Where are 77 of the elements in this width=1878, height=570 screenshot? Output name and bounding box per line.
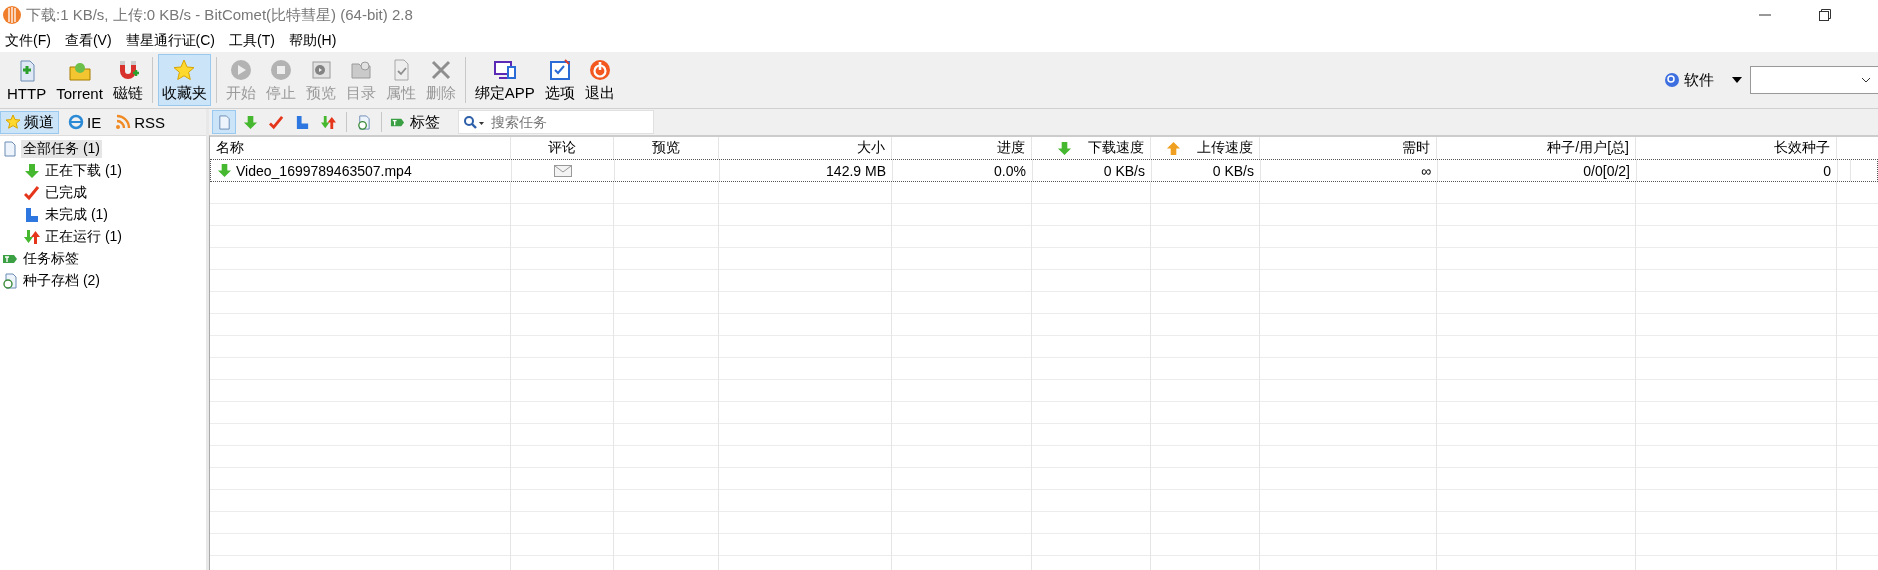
star-icon [5, 114, 21, 130]
table-cell: ∞ [1421, 162, 1431, 179]
menu-item[interactable]: 彗星通行证(C) [120, 32, 220, 50]
column-title: 大小 [857, 139, 885, 157]
column-title: 长效种子 [1774, 139, 1830, 157]
tree-item[interactable]: 已完成 [0, 182, 89, 204]
column-header[interactable]: 评论 [511, 137, 614, 159]
toolbar-button[interactable]: 绑定APP [470, 54, 539, 106]
column-title: 预览 [652, 139, 680, 157]
column-header[interactable]: 长效种子 [1636, 137, 1837, 159]
rss-icon [115, 114, 132, 130]
down-arrow-icon [217, 163, 232, 178]
search-field[interactable]: 搜索任务 [458, 110, 654, 134]
window-title: 下载:1 KB/s, 上传:0 KB/s - BitComet(比特彗星) (64-bit) 2.8 [26, 5, 413, 25]
toolbar-button[interactable]: Torrent [52, 54, 107, 106]
column-header[interactable]: 名称 [210, 137, 511, 159]
column-header[interactable]: 需时 [1260, 137, 1437, 159]
up-down-arrows-icon [320, 114, 336, 130]
sidebar-tab[interactable]: RSS [110, 111, 171, 133]
menu-item[interactable]: 查看(V) [59, 32, 117, 50]
tree-item[interactable]: 正在下载 (1) [0, 160, 124, 182]
table-cell: 0/0[0/2] [1583, 162, 1630, 179]
table-cell: 0 KB/s [1212, 162, 1254, 179]
caret-icon[interactable] [1732, 77, 1742, 83]
tree-item[interactable]: 未完成 (1) [0, 204, 110, 226]
down-arrow-icon [24, 163, 40, 179]
search-combo-box[interactable] [1750, 66, 1878, 94]
table-cell: 142.9 MB [826, 162, 886, 179]
play-icon [228, 57, 253, 82]
column-header[interactable]: 预览 [614, 137, 719, 159]
star-icon [172, 57, 197, 82]
toolbar-button[interactable]: 选项 [540, 54, 579, 106]
filter-button[interactable] [212, 110, 236, 134]
sidebar-tab[interactable]: 频道 [0, 110, 59, 134]
down-arrow-icon [242, 114, 258, 130]
menu-item[interactable]: 工具(T) [224, 32, 280, 50]
power-icon [587, 57, 612, 82]
column-title: 上传速度 [1197, 139, 1253, 157]
up-down-arrows-icon [24, 229, 40, 245]
down-arrow-icon [1057, 140, 1072, 156]
tree-item[interactable]: 种子存档 (2) [0, 270, 102, 292]
chevron-down-icon [1861, 77, 1871, 83]
stop-icon [268, 57, 293, 82]
column-title: 评论 [548, 139, 576, 157]
column-title: 种子/用户[总] [1547, 139, 1629, 157]
column-title: 需时 [1402, 139, 1430, 157]
all-tasks-icon [216, 114, 232, 130]
toolbar-button[interactable]: HTTP [3, 54, 51, 106]
restore-icon[interactable] [1818, 8, 1832, 22]
menu-item[interactable]: 帮助(H) [283, 32, 342, 50]
column-title: 进度 [997, 139, 1025, 157]
document-icon [2, 141, 18, 157]
search-icon[interactable] [463, 115, 485, 129]
toolbar-button[interactable]: 磁链 [108, 54, 147, 106]
envelope-icon [554, 164, 572, 177]
table-cell: 0.0% [994, 162, 1026, 179]
column-header[interactable]: 上传速度 [1151, 137, 1260, 159]
column-title: 下载速度 [1088, 139, 1144, 157]
table-cell: Video_1699789463507.mp4 [236, 162, 412, 179]
tree-item[interactable]: 任务标签 [0, 248, 81, 270]
column-header[interactable]: 种子/用户[总] [1437, 137, 1636, 159]
table-cell: 0 [1823, 162, 1831, 179]
column-header[interactable]: 下载速度 [1032, 137, 1151, 159]
column-header[interactable]: 大小 [719, 137, 892, 159]
menu-item[interactable]: 文件(F) [0, 32, 56, 50]
tree-item[interactable]: 正在运行 (1) [0, 226, 124, 248]
column-title: 名称 [216, 139, 244, 157]
toolbar-button[interactable]: 退出 [580, 54, 619, 106]
toolbar-button[interactable]: 收藏夹 [157, 54, 211, 106]
table-cell: 0 KB/s [1103, 162, 1145, 179]
checkmark-icon [268, 114, 284, 130]
up-arrow-icon [1166, 140, 1181, 156]
search-provider-button[interactable]: 软件 [1664, 70, 1714, 90]
sidebar-tab[interactable]: IE [63, 111, 107, 133]
checkmark-icon [24, 185, 40, 201]
tag-button[interactable]: 标签 [386, 112, 444, 132]
column-header[interactable]: 进度 [892, 137, 1032, 159]
